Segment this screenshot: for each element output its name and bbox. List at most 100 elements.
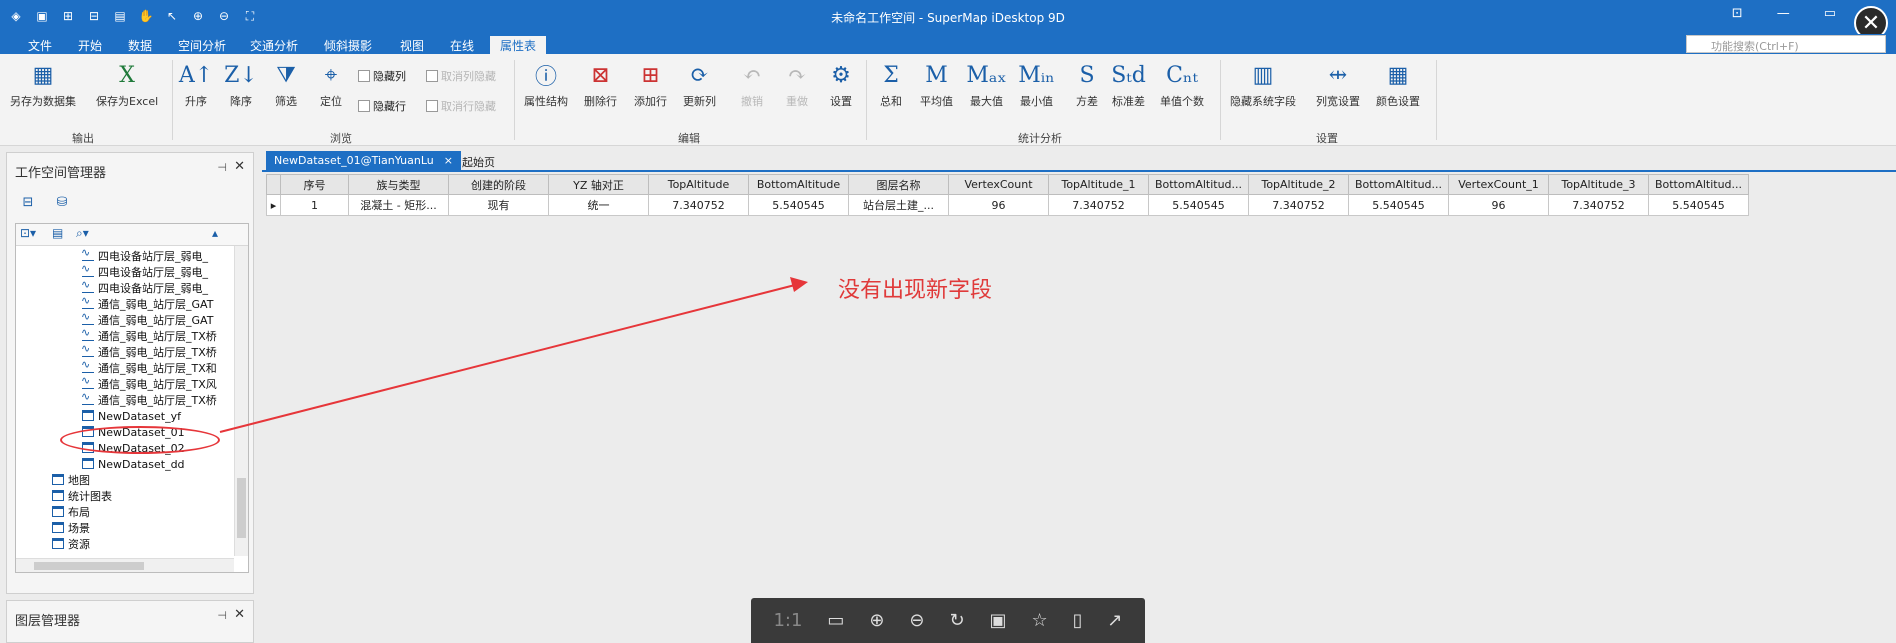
unhide-row-button[interactable]: 取消行隐藏 <box>426 98 496 114</box>
tree-node-root[interactable]: 地图 <box>52 474 90 488</box>
tab-data[interactable]: 数据 <box>118 36 162 54</box>
table-cell[interactable]: 5.540545 <box>1148 194 1249 216</box>
column-header[interactable]: TopAltitude_2 <box>1248 174 1349 195</box>
column-width-button[interactable]: ⇹ 列宽设置 <box>1316 60 1360 109</box>
search-icon[interactable]: ⌕▾ <box>76 226 89 241</box>
device-icon[interactable]: ▯ <box>1073 610 1083 631</box>
save-as-dataset-button[interactable]: ▦ 另存为数据集 <box>10 60 76 109</box>
tree-search-input[interactable] <box>106 227 186 241</box>
tab-start[interactable]: 开始 <box>68 36 112 54</box>
pin-icon[interactable]: ⊣ <box>217 161 227 174</box>
close-icon[interactable]: × <box>444 154 453 167</box>
hide-row-button[interactable]: 隐藏行 <box>358 98 406 114</box>
minimize-button[interactable]: — <box>1777 6 1790 21</box>
column-header[interactable]: 族与类型 <box>348 174 449 195</box>
properties-icon[interactable]: ▤ <box>52 226 63 240</box>
column-header[interactable]: 创建的阶段 <box>448 174 549 195</box>
delete-row-button[interactable]: ⊠ 删除行 <box>584 60 617 109</box>
tab-view[interactable]: 视图 <box>390 36 434 54</box>
min-button[interactable]: Mᵢₙ 最小值 <box>1018 60 1054 109</box>
tab-online[interactable]: 在线 <box>440 36 484 54</box>
unhide-column-button[interactable]: 取消列隐藏 <box>426 68 496 84</box>
column-header[interactable]: VertexCount <box>948 174 1049 195</box>
collapse-icon[interactable]: ▴ <box>212 226 218 240</box>
close-icon[interactable]: ✕ <box>234 607 245 622</box>
table-cell[interactable]: 5.540545 <box>748 194 849 216</box>
tree-node-dataset[interactable]: NewDataset_yf <box>82 410 181 424</box>
tree-node-dataset[interactable]: 通信_弱电_站厅层_GAT <box>81 310 213 328</box>
sum-button[interactable]: Σ 总和 <box>876 60 906 109</box>
table-cell[interactable]: 现有 <box>448 194 549 216</box>
tab-start-page[interactable]: 起始页 <box>454 151 503 172</box>
zoom-in-icon[interactable]: ⊕ <box>869 610 884 631</box>
column-header[interactable]: YZ 轴对正 <box>548 174 649 195</box>
color-settings-button[interactable]: ▦ 颜色设置 <box>1376 60 1420 109</box>
column-header[interactable]: BottomAltitud... <box>1148 174 1249 195</box>
hide-system-fields-button[interactable]: ▥ 隐藏系统字段 <box>1230 60 1296 109</box>
table-cell[interactable]: 7.340752 <box>1048 194 1149 216</box>
tree-node-dataset[interactable]: 通信_弱电_站厅层_TX和 <box>81 358 217 376</box>
function-search-input[interactable]: 功能搜索(Ctrl+F) <box>1686 35 1886 53</box>
column-header[interactable]: VertexCount_1 <box>1448 174 1549 195</box>
settings-button[interactable]: ⚙ 设置 <box>826 60 856 109</box>
tab-file[interactable]: 文件 <box>18 36 62 54</box>
rotate-icon[interactable]: ↻ <box>949 610 964 631</box>
zoom-out-icon[interactable]: ⊖ <box>909 610 924 631</box>
restore-ribbon-icon[interactable]: ⊡ <box>1732 6 1743 21</box>
favorite-icon[interactable]: ☆ <box>1031 610 1047 631</box>
save-icon[interactable]: ▣ <box>990 610 1007 631</box>
tree-node-dataset[interactable]: 四电设备站厅层_弱电_ <box>81 246 208 264</box>
scrollbar-thumb[interactable] <box>237 478 246 538</box>
share-icon[interactable]: ↗ <box>1107 610 1122 631</box>
close-icon[interactable]: ✕ <box>234 159 245 174</box>
tree-node-root[interactable]: 统计图表 <box>52 490 112 504</box>
column-header[interactable]: BottomAltitud... <box>1348 174 1449 195</box>
max-button[interactable]: Mₐₓ 最大值 <box>966 60 1006 109</box>
tab-attribute-table[interactable]: 属性表 <box>490 36 547 54</box>
table-cell[interactable]: 统一 <box>548 194 649 216</box>
column-header[interactable]: TopAltitude_1 <box>1048 174 1149 195</box>
sort-asc-button[interactable]: A↑ 升序 <box>179 60 213 109</box>
average-button[interactable]: M 平均值 <box>920 60 953 109</box>
column-header[interactable]: BottomAltitude <box>748 174 849 195</box>
column-header[interactable]: 图层名称 <box>848 174 949 195</box>
tree-node-dataset[interactable]: 通信_弱电_站厅层_GAT <box>81 294 213 312</box>
table-cell[interactable]: 96 <box>1448 194 1549 216</box>
filter-button[interactable]: ⧩ 筛选 <box>271 60 301 109</box>
pin-icon[interactable]: ⊣ <box>217 609 227 622</box>
table-cell[interactable]: 7.340752 <box>648 194 749 216</box>
table-cell[interactable]: 混凝土 - 矩形... <box>348 194 449 216</box>
variance-button[interactable]: S 方差 <box>1072 60 1102 109</box>
datasource-icon[interactable]: ⛁ <box>51 193 73 211</box>
column-header[interactable]: TopAltitude <box>648 174 749 195</box>
tree-node-dataset[interactable]: 四电设备站厅层_弱电_ <box>81 262 208 280</box>
redo-button[interactable]: ↷ 重做 <box>782 60 812 109</box>
table-cell[interactable]: 96 <box>948 194 1049 216</box>
layout-icon[interactable]: ⊡▾ <box>20 226 36 240</box>
tree-node-root[interactable]: 场景 <box>52 522 90 536</box>
tree-node-dataset[interactable]: 通信_弱电_站厅层_TX桥 <box>81 342 217 360</box>
std-button[interactable]: Sₜd 标准差 <box>1111 60 1146 109</box>
tree-node-root[interactable]: 布局 <box>52 506 90 520</box>
maximize-button[interactable]: ▭ <box>1824 6 1836 21</box>
attribute-structure-button[interactable]: ⓘ 属性结构 <box>524 60 568 109</box>
table-cell[interactable]: 站台层土建_... <box>848 194 949 216</box>
tree-node-dataset[interactable]: 通信_弱电_站厅层_TX桥 <box>81 326 217 344</box>
scrollbar-thumb[interactable] <box>34 562 144 570</box>
unique-count-button[interactable]: Cₙₜ 单值个数 <box>1160 60 1204 109</box>
column-header[interactable]: 序号 <box>280 174 349 195</box>
table-cell[interactable]: 5.540545 <box>1348 194 1449 216</box>
table-cell[interactable]: 7.340752 <box>1548 194 1649 216</box>
sort-desc-button[interactable]: Z↓ 降序 <box>224 60 258 109</box>
tree-node-root[interactable]: 资源 <box>52 538 90 552</box>
actual-size-ratio[interactable]: 1:1 <box>773 610 802 631</box>
tree-node-dataset[interactable]: 通信_弱电_站厅层_TX桥 <box>81 390 217 408</box>
column-header[interactable]: BottomAltitud... <box>1648 174 1749 195</box>
locate-button[interactable]: ⌖ 定位 <box>316 60 346 109</box>
workspace-icon[interactable]: ⊟ <box>17 193 39 211</box>
save-excel-button[interactable]: X 保存为Excel <box>96 60 158 109</box>
tab-attribute-table-dataset[interactable]: NewDataset_01@TianYuanLu × <box>266 151 461 172</box>
undo-button[interactable]: ↶ 撤销 <box>737 60 767 109</box>
tree-node-dataset[interactable]: 通信_弱电_站厅层_TX风 <box>81 374 217 392</box>
tree-node-dataset[interactable]: NewDataset_dd <box>82 458 185 472</box>
